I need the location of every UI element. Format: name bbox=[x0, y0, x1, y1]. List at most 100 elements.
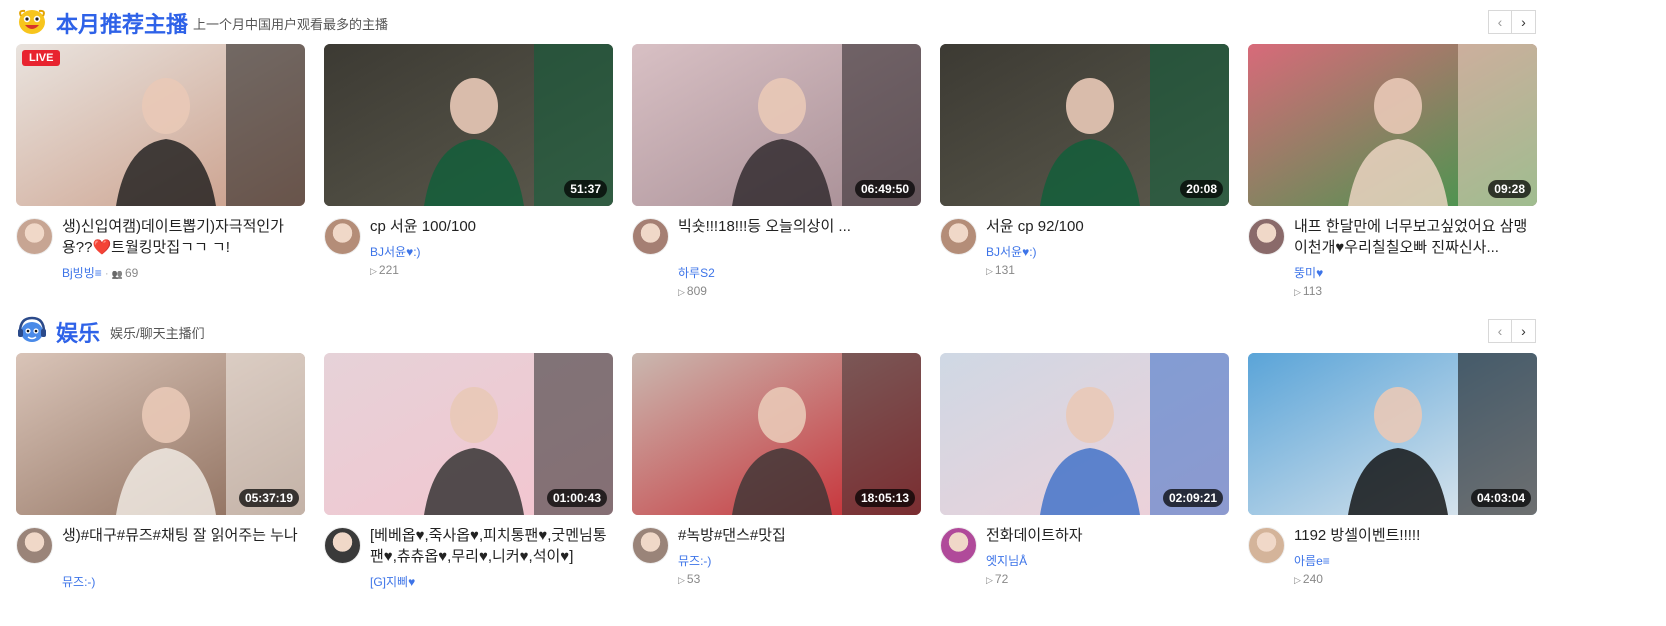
streamer-name[interactable]: 뚱미♥ bbox=[1294, 264, 1323, 281]
thumbnail[interactable]: 18:05:13 bbox=[632, 353, 921, 515]
thumbnail[interactable]: 04:03:04 bbox=[1248, 353, 1537, 515]
section-header: 本月推荐主播 上一个月中国用户观看最多的主播 ‹ › bbox=[16, 4, 1536, 38]
card-info: cp 서윤 100/100 BJ서윤♥:) ▷ 221 bbox=[324, 216, 613, 306]
stream-card[interactable]: 02:09:21 전화데이트하자엣지님Å ▷ 72 bbox=[940, 353, 1229, 615]
play-icon: ▷ bbox=[678, 287, 685, 297]
thumbnail[interactable]: 51:37 bbox=[324, 44, 613, 206]
thumbnail[interactable]: LIVE bbox=[16, 44, 305, 206]
stream-title[interactable]: cp 서윤 100/100 bbox=[370, 216, 613, 237]
pager: ‹ › bbox=[1488, 10, 1536, 34]
streamer-name[interactable]: 아름e≡ bbox=[1294, 552, 1330, 569]
avatar[interactable] bbox=[324, 527, 361, 564]
mascot-headset-icon bbox=[18, 316, 46, 342]
card-info: 생)#대구#뮤즈#채팅 잘 읽어주는 누나뮤즈:-) bbox=[16, 525, 305, 615]
stream-title[interactable]: 생)신입여캠)데이트뽑기)자극적인가용??❤️트월킹맛집ㄱㄱ ㄱ! bbox=[62, 216, 305, 258]
view-count: ▷ 131 bbox=[986, 263, 1015, 277]
viewer-count: 👥 69 bbox=[112, 266, 139, 280]
stream-card[interactable]: LIVE 생)신입여캠)데이트뽑기)자극적인가용??❤️트월킹맛집ㄱㄱ ㄱ! Bj빙… bbox=[16, 44, 305, 306]
stream-card[interactable]: 05:37:19 생)#대구#뮤즈#채팅 잘 읽어주는 누나뮤즈:-) bbox=[16, 353, 305, 615]
streamer-name[interactable]: 하루S2 bbox=[678, 264, 715, 281]
duration-badge: 06:49:50 bbox=[854, 180, 915, 198]
avatar[interactable] bbox=[16, 527, 53, 564]
thumbnail[interactable]: 05:37:19 bbox=[16, 353, 305, 515]
stream-title[interactable]: [베베옵♥,죽사옵♥,피치통팬♥,굿멘님통팬♥,츄츄옵♥,무리♥,니커♥,석이♥… bbox=[370, 525, 613, 567]
section-recommended: 本月推荐主播 上一个月中国用户观看最多的主播 ‹ › LIVE 생)신입여캠)데이… bbox=[16, 4, 1537, 298]
duration-badge: 04:03:04 bbox=[1470, 489, 1531, 507]
stream-title[interactable]: 내프 한달만에 너무보고싶었어요 삼맹이천개♥우리칠칠오빠 진짜신사... bbox=[1294, 216, 1537, 258]
stream-title[interactable]: 서윤 cp 92/100 bbox=[986, 216, 1229, 237]
card-info: #녹방#댄스#맛집뮤즈:-) ▷ 53 bbox=[632, 525, 921, 615]
prev-button[interactable]: ‹ bbox=[1488, 10, 1512, 34]
streamer-name[interactable]: BJ서윤♥:) bbox=[370, 243, 421, 260]
duration-badge: 51:37 bbox=[564, 180, 607, 198]
stream-card[interactable]: 09:28 내프 한달만에 너무보고싶었어요 삼맹이천개♥우리칠칠오빠 진짜신사.… bbox=[1248, 44, 1537, 306]
section-entertainment: 娱乐 娱乐/聊天主播们 ‹ › 05:37:19 생)#대구#뮤즈#채팅 잘 읽어… bbox=[16, 313, 1537, 589]
stream-card[interactable]: 20:08 서윤 cp 92/100 BJ서윤♥:) ▷ 131 bbox=[940, 44, 1229, 306]
stream-card[interactable]: 06:49:50 빅숏!!!18!!!등 오늘의상이 ... 하루S2 ▷ 809 bbox=[632, 44, 921, 306]
avatar[interactable] bbox=[940, 218, 977, 255]
stream-title[interactable]: 생)#대구#뮤즈#채팅 잘 읽어주는 누나 bbox=[62, 525, 305, 546]
avatar[interactable] bbox=[324, 218, 361, 255]
live-badge: LIVE bbox=[22, 50, 61, 66]
avatar[interactable] bbox=[940, 527, 977, 564]
section-title: 娱乐 bbox=[56, 321, 101, 346]
duration-badge: 02:09:21 bbox=[1162, 489, 1223, 507]
card-info: [베베옵♥,죽사옵♥,피치통팬♥,굿멘님통팬♥,츄츄옵♥,무리♥,니커♥,석이♥… bbox=[324, 525, 613, 615]
section-subtitle: 娱乐/聊天主播们 bbox=[110, 326, 205, 341]
view-count-value: 113 bbox=[1302, 284, 1323, 298]
viewers-icon: 👥 bbox=[111, 269, 123, 279]
play-icon: ▷ bbox=[1294, 575, 1301, 585]
duration-badge: 20:08 bbox=[1180, 180, 1223, 198]
separator: · bbox=[104, 266, 109, 280]
viewer-count-value: 69 bbox=[124, 266, 139, 280]
avatar[interactable] bbox=[1248, 527, 1285, 564]
card-info: 내프 한달만에 너무보고싶었어요 삼맹이천개♥우리칠칠오빠 진짜신사... 뚱미♥… bbox=[1248, 216, 1537, 306]
card-info: 빅숏!!!18!!!등 오늘의상이 ... 하루S2 ▷ 809 bbox=[632, 216, 921, 306]
avatar[interactable] bbox=[16, 218, 53, 255]
view-count: ▷ 809 bbox=[678, 284, 707, 298]
avatar[interactable] bbox=[1248, 218, 1285, 255]
view-count: ▷ 240 bbox=[1294, 572, 1323, 586]
view-count: ▷ 72 bbox=[986, 572, 1008, 586]
next-button[interactable]: › bbox=[1512, 10, 1536, 34]
section-title: 本月推荐主播 bbox=[56, 12, 189, 37]
view-count-value: 240 bbox=[1302, 572, 1323, 586]
view-count-value: 221 bbox=[378, 263, 399, 277]
avatar[interactable] bbox=[632, 527, 669, 564]
section-subtitle: 上一个月中国用户观看最多的主播 bbox=[193, 17, 389, 32]
stream-card[interactable]: 51:37 cp 서윤 100/100 BJ서윤♥:) ▷ 221 bbox=[324, 44, 613, 306]
duration-badge: 18:05:13 bbox=[854, 489, 915, 507]
streamer-name[interactable]: 엣지님Å bbox=[986, 552, 1027, 569]
streamer-name[interactable]: 뮤즈:-) bbox=[678, 552, 711, 569]
thumbnail-image bbox=[16, 44, 305, 206]
stream-card[interactable]: 01:00:43 [베베옵♥,죽사옵♥,피치통팬♥,굿멘님통팬♥,츄츄옵♥,무리♥… bbox=[324, 353, 613, 615]
view-count-value: 72 bbox=[994, 572, 1009, 586]
stream-card[interactable]: 18:05:13 #녹방#댄스#맛집뮤즈:-) ▷ 53 bbox=[632, 353, 921, 615]
stream-title[interactable]: 전화데이트하자 bbox=[986, 525, 1229, 546]
stream-title[interactable]: 빅숏!!!18!!!등 오늘의상이 ... bbox=[678, 216, 921, 237]
view-count: ▷ 53 bbox=[678, 572, 700, 586]
thumbnail[interactable]: 06:49:50 bbox=[632, 44, 921, 206]
thumbnail[interactable]: 01:00:43 bbox=[324, 353, 613, 515]
card-info: 1192 방셀이벤트!!!!! 아름e≡ ▷ 240 bbox=[1248, 525, 1537, 615]
view-count: ▷ 113 bbox=[1294, 284, 1322, 298]
section-header: 娱乐 娱乐/聊天主播们 ‹ › bbox=[16, 313, 1536, 347]
stream-title[interactable]: #녹방#댄스#맛집 bbox=[678, 525, 921, 546]
next-button[interactable]: › bbox=[1512, 319, 1536, 343]
card-list: 05:37:19 생)#대구#뮤즈#채팅 잘 읽어주는 누나 뮤즈:-) 01:00:… bbox=[16, 353, 1537, 615]
duration-badge: 01:00:43 bbox=[546, 489, 607, 507]
streamer-name[interactable]: [G]지삐♥ bbox=[370, 573, 415, 590]
stream-card[interactable]: 04:03:04 1192 방셀이벤트!!!!! 아름e≡ ▷ 240 bbox=[1248, 353, 1537, 615]
avatar[interactable] bbox=[632, 218, 669, 255]
thumbnail[interactable]: 20:08 bbox=[940, 44, 1229, 206]
view-count-value: 131 bbox=[994, 263, 1015, 277]
streamer-name[interactable]: 뮤즈:-) bbox=[62, 573, 95, 590]
thumbnail[interactable]: 02:09:21 bbox=[940, 353, 1229, 515]
card-info: 서윤 cp 92/100 BJ서윤♥:) ▷ 131 bbox=[940, 216, 1229, 306]
stream-title[interactable]: 1192 방셀이벤트!!!!! bbox=[1294, 525, 1537, 546]
streamer-name[interactable]: BJ서윤♥:) bbox=[986, 243, 1037, 260]
streamer-name[interactable]: Bj빙빙≡ bbox=[62, 266, 102, 280]
thumbnail[interactable]: 09:28 bbox=[1248, 44, 1537, 206]
prev-button[interactable]: ‹ bbox=[1488, 319, 1512, 343]
smiley-mascot-icon bbox=[19, 9, 45, 34]
